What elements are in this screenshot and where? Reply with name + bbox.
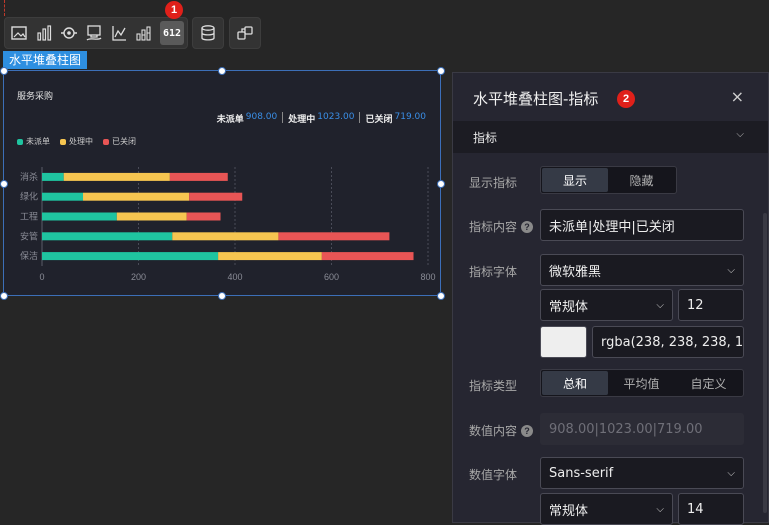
x-tick-label: 400: [227, 272, 242, 282]
bar-segment: [42, 172, 64, 181]
y-category-label: 绿化: [20, 191, 38, 203]
value-font-family-select[interactable]: Sans-serif ⌵: [540, 457, 744, 489]
indicator-panel: 水平堆叠柱图-指标 2 × 指标 ⌵ 显示指标 显示 隐藏 指标内容 ? 未派单…: [452, 72, 769, 525]
resize-handle[interactable]: [0, 67, 8, 75]
font-family-select[interactable]: 微软雅黑 ⌵: [540, 254, 744, 286]
select-value: 常规体: [549, 299, 589, 315]
bar-segment: [169, 172, 228, 181]
link-group: [229, 17, 261, 49]
data-group: [192, 17, 224, 49]
x-tick-label: 200: [131, 272, 146, 282]
stacked-bar-icon[interactable]: [132, 21, 156, 45]
chart-type-group: 612: [4, 17, 188, 49]
bar-chart-icon[interactable]: [32, 21, 56, 45]
image-icon[interactable]: [7, 21, 31, 45]
value-font-label: 数值字体: [469, 468, 518, 482]
help-icon[interactable]: ?: [521, 220, 534, 233]
value-font-style-select[interactable]: 常规体 ⌵: [540, 493, 673, 525]
section-label: 指标: [473, 131, 498, 145]
indicator-content-label: 指标内容 ?: [469, 218, 534, 235]
y-category-label: 消杀: [20, 171, 38, 183]
bar-segment: [189, 192, 243, 201]
font-color-input[interactable]: rgba(238, 238, 238, 1): [592, 326, 744, 358]
bar-segment: [42, 232, 173, 241]
show-indicator-label: 显示指标: [469, 176, 518, 190]
bar-segment: [278, 232, 390, 241]
map-chart-icon[interactable]: [82, 21, 106, 45]
chevron-down-icon: ⌵: [656, 503, 664, 515]
select-value: Sans-serif: [549, 465, 614, 481]
target-icon[interactable]: [57, 21, 81, 45]
indicator-type-label: 指标类型: [469, 379, 518, 393]
x-tick-label: 600: [324, 272, 339, 282]
chevron-down-icon: ⌵: [727, 264, 735, 276]
database-icon[interactable]: [196, 21, 220, 45]
indicator-font-label: 指标字体: [469, 265, 518, 279]
select-value: 微软雅黑: [549, 264, 602, 280]
label-text: 数值内容: [469, 424, 518, 438]
x-tick-label: 800: [420, 272, 435, 282]
value-font-size-input[interactable]: 14: [678, 493, 744, 525]
indicator-content-input[interactable]: 未派单|处理中|已关闭: [540, 209, 744, 241]
bar-segment: [42, 212, 117, 221]
panel-title: 水平堆叠柱图-指标: [473, 90, 599, 108]
resize-handle[interactable]: [218, 292, 226, 300]
help-icon[interactable]: ?: [521, 424, 534, 437]
resize-handle[interactable]: [437, 180, 445, 188]
resize-handle[interactable]: [437, 292, 445, 300]
value-content-label: 数值内容 ?: [469, 422, 534, 439]
bar-segment: [42, 192, 84, 201]
value-content-input: 908.00|1023.00|719.00: [540, 413, 744, 445]
y-category-label: 安管: [20, 230, 38, 242]
chart-plot: 0 200 400 600 800 消杀绿化工程安管保洁: [20, 167, 436, 282]
chevron-down-icon: ⌵: [656, 299, 664, 311]
hide-option[interactable]: 隐藏: [608, 168, 675, 192]
section-header-indicator[interactable]: 指标 ⌵: [453, 121, 768, 153]
font-style-select[interactable]: 常规体 ⌵: [540, 289, 673, 321]
step-badge-2: 2: [617, 90, 635, 108]
resize-handle[interactable]: [0, 180, 8, 188]
y-category-label: 保洁: [20, 250, 38, 262]
type-sum-option[interactable]: 总和: [542, 371, 608, 395]
bar-segment: [42, 252, 219, 261]
bar-segment: [186, 212, 221, 221]
show-option[interactable]: 显示: [542, 168, 608, 192]
resize-handle[interactable]: [437, 67, 445, 75]
widget-tag[interactable]: 水平堆叠柱图: [3, 51, 88, 69]
chevron-down-icon: ⌵: [727, 467, 735, 479]
step-badge-1: 1: [165, 1, 183, 19]
bar-segment: [83, 192, 190, 201]
indicator-type-toggle: 总和 平均值 自定义: [540, 369, 744, 397]
show-toggle: 显示 隐藏: [540, 166, 677, 194]
link-icon[interactable]: [233, 21, 257, 45]
type-custom-option[interactable]: 自定义: [675, 371, 742, 395]
font-size-input[interactable]: 12: [678, 289, 744, 321]
close-icon[interactable]: ×: [731, 87, 744, 106]
bar-segment: [116, 212, 187, 221]
guide-line: [4, 0, 5, 16]
type-average-option[interactable]: 平均值: [608, 371, 675, 395]
bar-segment: [63, 172, 170, 181]
font-color-swatch[interactable]: [540, 326, 587, 358]
y-category-label: 工程: [20, 212, 38, 223]
indicator-icon[interactable]: 612: [160, 21, 184, 45]
x-tick-label: 0: [39, 272, 44, 282]
select-value: 常规体: [549, 503, 589, 519]
chevron-down-icon: ⌵: [736, 129, 744, 140]
panel-scrollbar[interactable]: [763, 213, 767, 513]
line-chart-icon[interactable]: [107, 21, 131, 45]
resize-handle[interactable]: [0, 292, 8, 300]
bar-segment: [321, 252, 414, 261]
bar-segment: [172, 232, 279, 241]
resize-handle[interactable]: [218, 67, 226, 75]
bar-segment: [218, 252, 322, 261]
chart-widget[interactable]: 服务采购 未派单 908.00 处理中 1023.00 已关闭 719.00 未…: [3, 70, 441, 296]
label-text: 指标内容: [469, 220, 518, 234]
